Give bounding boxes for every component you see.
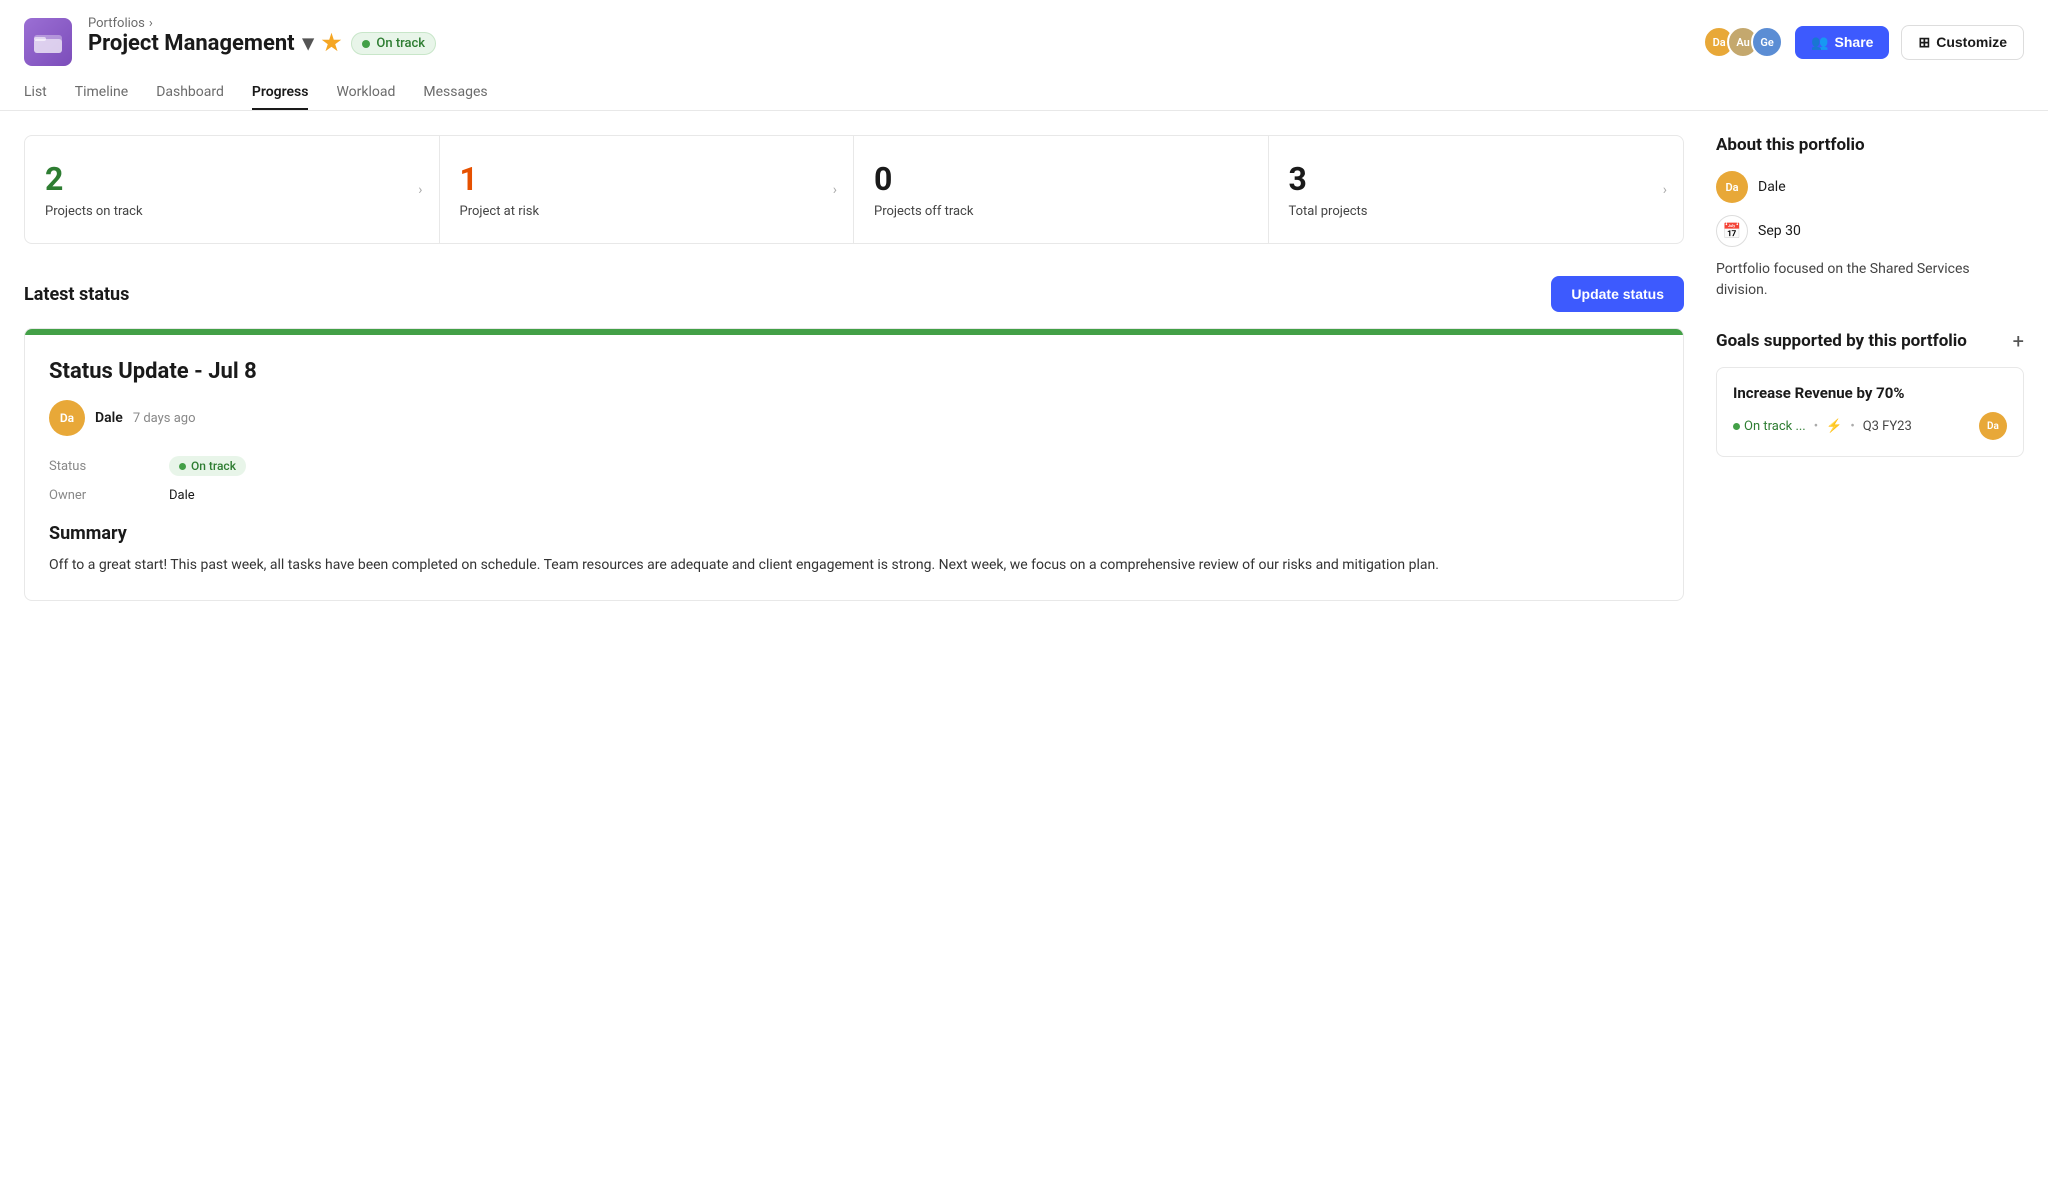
header-top-row: Portfolios › Project Management ▾ ★ On t… <box>24 16 2024 68</box>
goal-status-dot <box>1733 423 1740 430</box>
author-avatar: Da <box>49 400 85 436</box>
portfolio-name: Project Management ▾ ★ <box>88 31 341 56</box>
tab-messages[interactable]: Messages <box>423 76 487 110</box>
stats-row: 2 Projects on track › 1 Project at risk … <box>24 135 1684 244</box>
about-title: About this portfolio <box>1716 135 2024 155</box>
goal-status: On track ... <box>1733 419 1806 434</box>
share-icon: 👥 <box>1811 34 1828 51</box>
goals-title: Goals supported by this portfolio <box>1716 331 1967 351</box>
portfolio-name-text: Project Management <box>88 31 295 56</box>
on-track-badge: On track <box>169 456 246 476</box>
about-date-item: 📅 Sep 30 <box>1716 215 2024 247</box>
tab-list[interactable]: List <box>24 76 47 110</box>
left-panel: 2 Projects on track › 1 Project at risk … <box>24 135 1684 601</box>
status-fields: Status On track Owner Dale <box>49 456 1659 503</box>
stat-total-arrow[interactable]: › <box>1663 182 1667 198</box>
header: Portfolios › Project Management ▾ ★ On t… <box>0 0 2048 111</box>
header-actions: Da Au Ge 👥 Share ⊞ Customize <box>1703 25 2024 60</box>
breadcrumb: Portfolios › <box>88 16 436 31</box>
share-button[interactable]: 👥 Share <box>1795 26 1889 59</box>
stat-at-risk: 1 Project at risk › <box>440 136 855 243</box>
stat-at-risk-number: 1 <box>460 160 834 198</box>
field-label-status: Status <box>49 459 169 474</box>
status-badge: On track <box>351 32 436 55</box>
about-section: About this portfolio Da Dale 📅 Sep 30 Po… <box>1716 135 2024 301</box>
status-label: On track <box>376 36 425 51</box>
stat-on-track: 2 Projects on track › <box>25 136 440 243</box>
add-goal-button[interactable]: + <box>2013 329 2024 353</box>
latest-status-title: Latest status <box>24 284 129 305</box>
summary-title: Summary <box>49 523 1659 544</box>
field-label-owner: Owner <box>49 488 169 503</box>
tab-dashboard[interactable]: Dashboard <box>156 76 224 110</box>
status-field-owner: Owner Dale <box>49 488 1659 503</box>
calendar-icon: 📅 <box>1716 215 1748 247</box>
stat-at-risk-label: Project at risk <box>460 204 834 219</box>
status-field-status: Status On track <box>49 456 1659 476</box>
goal-period: Q3 FY23 <box>1863 419 1912 434</box>
goal-name: Increase Revenue by 70% <box>1733 384 2007 402</box>
field-value-owner: Dale <box>169 488 195 503</box>
on-track-text: On track <box>191 459 236 473</box>
customize-icon: ⊞ <box>1918 34 1930 51</box>
stat-off-track: 0 Projects off track <box>854 136 1269 243</box>
stat-off-track-label: Projects off track <box>874 204 1248 219</box>
goal-meta: On track ... • ⚡ • Q3 FY23 Da <box>1733 412 2007 440</box>
status-dot <box>362 40 370 48</box>
avatar-group: Da Au Ge <box>1703 26 1783 58</box>
on-track-dot <box>179 463 186 470</box>
star-icon[interactable]: ★ <box>322 31 342 56</box>
stat-on-track-arrow[interactable]: › <box>418 182 422 198</box>
goal-owner-avatar: Da <box>1979 412 2007 440</box>
stat-at-risk-arrow[interactable]: › <box>833 182 837 198</box>
tab-timeline[interactable]: Timeline <box>75 76 128 110</box>
right-panel: About this portfolio Da Dale 📅 Sep 30 Po… <box>1684 135 2024 601</box>
customize-button[interactable]: ⊞ Customize <box>1901 25 2024 60</box>
tab-progress[interactable]: Progress <box>252 76 309 110</box>
breadcrumb-sep: › <box>149 16 153 31</box>
dropdown-icon[interactable]: ▾ <box>303 31 314 56</box>
breadcrumb-label[interactable]: Portfolios <box>88 16 145 31</box>
status-card: Status Update - Jul 8 Da Dale 7 days ago… <box>24 328 1684 601</box>
main-content: 2 Projects on track › 1 Project at risk … <box>0 111 2048 625</box>
stat-on-track-label: Projects on track <box>45 204 419 219</box>
share-label: Share <box>1835 34 1874 50</box>
title-info: Portfolios › Project Management ▾ ★ On t… <box>88 16 436 68</box>
latest-status-header: Latest status Update status <box>24 276 1684 312</box>
stat-on-track-number: 2 <box>45 160 419 198</box>
portfolio-folder-icon <box>24 18 72 66</box>
goal-sep2: • <box>1850 419 1854 434</box>
about-due-date: Sep 30 <box>1758 223 1801 239</box>
summary-text: Off to a great start! This past week, al… <box>49 554 1659 576</box>
about-owner-item: Da Dale <box>1716 171 2024 203</box>
goal-card: Increase Revenue by 70% On track ... • ⚡… <box>1716 367 2024 457</box>
stat-total-label: Total projects <box>1289 204 1664 219</box>
goal-lightning-icon: ⚡ <box>1826 419 1842 434</box>
author-time: 7 days ago <box>133 411 196 426</box>
about-owner-name: Dale <box>1758 179 1786 195</box>
status-card-body: Status Update - Jul 8 Da Dale 7 days ago… <box>25 335 1683 600</box>
about-owner-avatar: Da <box>1716 171 1748 203</box>
goals-section: Goals supported by this portfolio + Incr… <box>1716 329 2024 457</box>
avatar-ge[interactable]: Ge <box>1751 26 1783 58</box>
author-name: Dale <box>95 410 123 426</box>
status-update-title: Status Update - Jul 8 <box>49 359 1659 384</box>
status-author-row: Da Dale 7 days ago <box>49 400 1659 436</box>
nav-tabs: List Timeline Dashboard Progress Workloa… <box>24 76 2024 110</box>
goal-sep: • <box>1814 419 1818 434</box>
update-status-button[interactable]: Update status <box>1551 276 1684 312</box>
goals-header: Goals supported by this portfolio + <box>1716 329 2024 353</box>
stat-off-track-number: 0 <box>874 160 1248 198</box>
about-description: Portfolio focused on the Shared Services… <box>1716 259 2024 301</box>
stat-total: 3 Total projects › <box>1269 136 1684 243</box>
title-row: Project Management ▾ ★ On track <box>88 31 436 56</box>
customize-label: Customize <box>1936 34 2007 50</box>
stat-total-number: 3 <box>1289 160 1664 198</box>
tab-workload[interactable]: Workload <box>336 76 395 110</box>
goal-status-text: On track ... <box>1744 419 1806 434</box>
